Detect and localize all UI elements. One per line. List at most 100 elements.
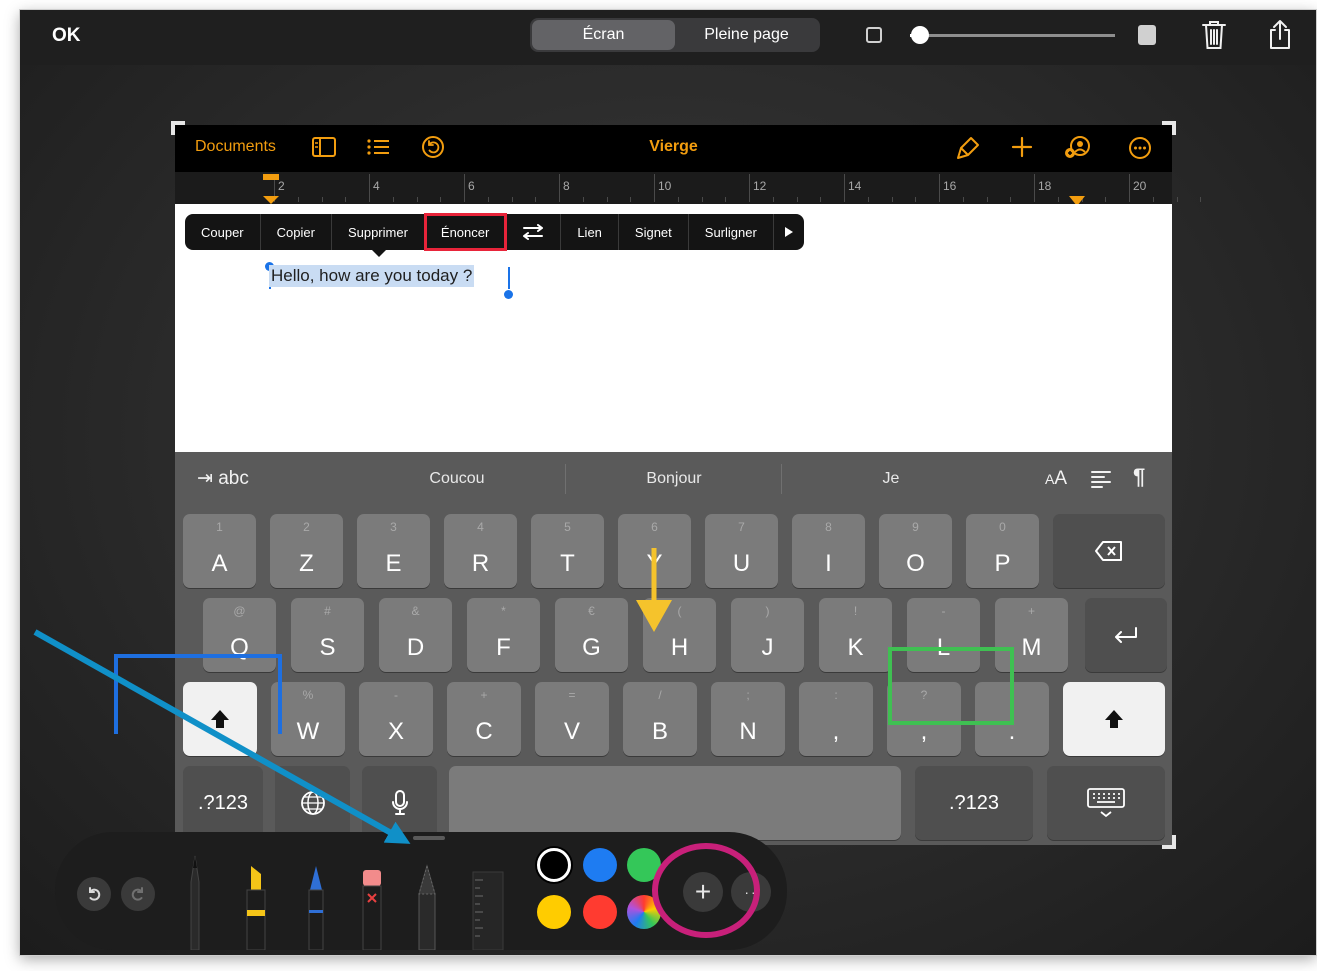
add-button-highlight bbox=[652, 843, 760, 938]
marker-tool-icon[interactable] bbox=[243, 864, 269, 950]
more-menu-arrow[interactable] bbox=[774, 214, 804, 250]
key-j[interactable]: ) J bbox=[731, 598, 804, 672]
globe-key[interactable] bbox=[275, 766, 350, 840]
more-circle-icon[interactable] bbox=[1127, 135, 1153, 161]
key-x[interactable]: -X bbox=[359, 682, 433, 756]
shift-key-right[interactable] bbox=[1063, 682, 1165, 756]
ruler-major-tick bbox=[464, 174, 465, 202]
trash-icon[interactable] bbox=[1200, 19, 1228, 51]
color-black-swatch[interactable] bbox=[537, 848, 571, 882]
ruler-minor-tick bbox=[701, 197, 703, 202]
space-key[interactable] bbox=[449, 766, 901, 840]
key-d[interactable]: & D bbox=[379, 598, 452, 672]
key-h[interactable]: (H bbox=[643, 598, 716, 672]
return-key[interactable] bbox=[1085, 598, 1167, 672]
key-u[interactable]: 7U bbox=[705, 514, 778, 588]
pencil-tool-icon[interactable] bbox=[305, 864, 327, 950]
selection-end-handle[interactable] bbox=[504, 290, 513, 299]
document-screenshot[interactable]: Documents Vierge 2 4 6 8 10 12 14 16 18 … bbox=[171, 121, 1202, 849]
key-label: H bbox=[670, 634, 689, 661]
ruler-minor-tick bbox=[487, 197, 489, 202]
ruler-minor-tick bbox=[867, 197, 869, 202]
lasso-tool-icon[interactable] bbox=[413, 864, 441, 950]
redo-button[interactable] bbox=[121, 877, 155, 911]
speak-menu-item[interactable]: Énoncer bbox=[423, 213, 508, 251]
ruler-minor-tick bbox=[820, 197, 822, 202]
key-c[interactable]: + C bbox=[447, 682, 521, 756]
tab-abc-key[interactable]: ⇥ abc bbox=[197, 467, 249, 490]
ok-button[interactable]: OK bbox=[52, 25, 81, 47]
key-w[interactable]: % W bbox=[271, 682, 345, 756]
text-format-button[interactable]: AA bbox=[1045, 468, 1067, 490]
key-secondary-label: 0 bbox=[999, 520, 1006, 534]
cut-menu-item[interactable]: Couper bbox=[185, 214, 261, 250]
pilcrow-button[interactable]: ¶ bbox=[1133, 464, 1145, 490]
paintbrush-icon[interactable] bbox=[955, 135, 981, 161]
line-width-slider[interactable] bbox=[910, 26, 1115, 44]
copy-menu-item[interactable]: Copier bbox=[261, 214, 332, 250]
key-punct[interactable]: :, bbox=[799, 682, 873, 756]
eraser-tool-icon[interactable] bbox=[359, 868, 385, 950]
key-label: T bbox=[560, 550, 575, 577]
key-a[interactable]: 1A bbox=[183, 514, 256, 588]
key-label: W bbox=[296, 718, 320, 745]
key-label: V bbox=[563, 718, 580, 745]
delete-menu-item[interactable]: Supprimer bbox=[332, 214, 425, 250]
palette-grabber[interactable] bbox=[413, 836, 445, 840]
key-r[interactable]: 4R bbox=[444, 514, 517, 588]
collaborate-icon[interactable] bbox=[1063, 135, 1093, 161]
key-secondary-label: 1 bbox=[216, 520, 223, 534]
key-y[interactable]: 6Y bbox=[618, 514, 691, 588]
markup-toolbar: OK Écran Pleine page bbox=[20, 10, 1316, 65]
prediction-2[interactable]: Bonjour bbox=[574, 470, 774, 488]
ruler-number: 4 bbox=[373, 179, 380, 193]
left-indent-marker[interactable] bbox=[261, 172, 281, 204]
key-t[interactable]: 5T bbox=[531, 514, 604, 588]
selected-text[interactable]: Hello, how are you today ? bbox=[269, 265, 475, 287]
slider-thumb[interactable] bbox=[911, 26, 930, 44]
ruler-major-tick bbox=[1129, 174, 1130, 202]
key-v[interactable]: = V bbox=[535, 682, 609, 756]
key-p[interactable]: 0P bbox=[966, 514, 1039, 588]
color-blue-swatch[interactable] bbox=[583, 848, 617, 882]
color-red-swatch[interactable] bbox=[583, 895, 617, 929]
highlight-menu-item[interactable]: Surligner bbox=[689, 214, 774, 250]
key-e[interactable]: 3E bbox=[357, 514, 430, 588]
plus-icon[interactable] bbox=[1010, 135, 1034, 159]
delete-key[interactable] bbox=[1053, 514, 1165, 588]
key-label: A bbox=[211, 550, 228, 577]
bookmark-menu-item[interactable]: Signet bbox=[619, 214, 689, 250]
dismiss-keyboard-key[interactable] bbox=[1047, 766, 1165, 840]
ruler-minor-tick bbox=[1152, 197, 1154, 202]
undo-button[interactable] bbox=[77, 877, 111, 911]
key-n[interactable]: ; N bbox=[711, 682, 785, 756]
share-icon[interactable] bbox=[1266, 19, 1294, 51]
globe-icon bbox=[300, 791, 325, 815]
ruler-tool-icon[interactable] bbox=[471, 870, 505, 950]
ruler[interactable]: 2 4 6 8 10 12 14 16 18 20 bbox=[175, 172, 1202, 204]
prediction-3[interactable]: Je bbox=[791, 470, 991, 488]
key-k[interactable]: ! K bbox=[819, 598, 892, 672]
dictation-key[interactable] bbox=[362, 766, 437, 840]
ruler-minor-tick bbox=[606, 197, 608, 202]
key-i[interactable]: 8I bbox=[792, 514, 865, 588]
align-icon[interactable] bbox=[1090, 468, 1112, 490]
screen-mode-button[interactable]: Écran bbox=[532, 20, 675, 50]
key-z[interactable]: 2Z bbox=[270, 514, 343, 588]
text-direction-menu-item[interactable] bbox=[506, 214, 562, 250]
prediction-1[interactable]: Coucou bbox=[357, 470, 557, 488]
full-page-mode-button[interactable]: Pleine page bbox=[675, 20, 818, 50]
numbers-key-right[interactable]: .?123 bbox=[915, 766, 1033, 840]
key-s[interactable]: # S bbox=[291, 598, 364, 672]
key-b[interactable]: / B bbox=[623, 682, 697, 756]
key-g[interactable]: € G bbox=[555, 598, 628, 672]
tab-arrow-icon: ⇥ bbox=[197, 468, 213, 489]
color-yellow-swatch[interactable] bbox=[537, 895, 571, 929]
key-o[interactable]: 9O bbox=[879, 514, 952, 588]
key-f[interactable]: * F bbox=[467, 598, 540, 672]
numbers-key-left[interactable]: .?123 bbox=[183, 766, 263, 840]
pen-tool-icon[interactable] bbox=[183, 854, 207, 950]
tab-abc-label: abc bbox=[218, 468, 249, 489]
link-menu-item[interactable]: Lien bbox=[561, 214, 619, 250]
key-label: Y bbox=[646, 550, 663, 577]
